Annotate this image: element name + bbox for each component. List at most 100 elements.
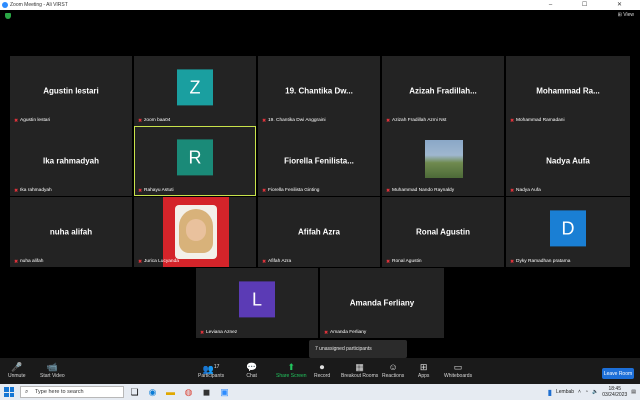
avatar: Z: [177, 69, 213, 106]
chat-button[interactable]: 💬 Chat: [246, 361, 257, 379]
taskbar-search-input[interactable]: ⌕ Type here to search: [20, 386, 124, 398]
window-controls[interactable]: – ☐ ✕: [549, 1, 636, 8]
participant-label: ✖ Nadya Aufa: [510, 188, 541, 194]
file-explorer-icon[interactable]: ▬: [164, 386, 177, 398]
participant-name: Fiorella Fenilista...: [284, 156, 354, 166]
participant-label: ✖ Ronal Agustin: [386, 259, 422, 265]
mic-muted-icon: ✖: [138, 118, 143, 124]
participant-label: ✖ Jurica Lucyanda: [138, 259, 179, 265]
whiteboards-button[interactable]: ▭ Whiteboards: [444, 361, 472, 379]
participant-tile-zoom[interactable]: Z ✖ zoom baa04: [134, 56, 256, 126]
participant-tile-afifah[interactable]: Afifah Azra ✖ Afifah Azra: [258, 197, 380, 267]
participant-label: ✖ Rahayu Astuti: [138, 188, 174, 194]
mic-muted-icon: ✖: [200, 330, 205, 336]
record-icon: ⏺: [319, 362, 325, 372]
participant-label: ✖ Ika rahmadyah: [14, 188, 52, 194]
participant-tile-agustin[interactable]: Agustin lestari ✖ Agustin lestari: [10, 56, 132, 126]
mic-muted-icon: ✖: [510, 259, 515, 265]
avatar: L: [239, 281, 275, 318]
participant-label: ✖ Afifah Azra: [262, 259, 292, 265]
participant-label: ✖ nuha alifah: [14, 259, 44, 265]
participant-label: ✖ Azizah Fradillah Azmi Nst: [386, 118, 447, 124]
mic-muted-icon: ✖: [138, 188, 143, 194]
participant-tile-ika[interactable]: Ika rahmadyah ✖ Ika rahmadyah: [10, 126, 132, 196]
mic-muted-icon: ✖: [324, 330, 329, 336]
camera-app-icon[interactable]: ◼: [200, 386, 213, 398]
participant-name: Ronal Agustin: [416, 227, 470, 237]
view-button[interactable]: ⊞ View: [618, 12, 634, 18]
system-tray: ▮ Lembab ˄ ◔ 🔈 18:45 03/24/2023 ▤: [547, 386, 636, 398]
record-button[interactable]: ⏺ Record: [314, 361, 330, 379]
participant-name: Amanda Ferliany: [349, 298, 415, 308]
participant-label: ✖ 19. Chantika Dwi Anggraini: [262, 118, 326, 124]
volume-icon[interactable]: 🔈: [592, 389, 598, 395]
edge-browser-icon[interactable]: ◉: [146, 386, 159, 398]
mic-muted-icon: ✖: [262, 118, 267, 124]
participant-tile-ronal[interactable]: Ronal Agustin ✖ Ronal Agustin: [382, 197, 504, 267]
participant-tile-amanda[interactable]: Amanda Ferliany ✖ Amanda Ferliany: [320, 268, 444, 338]
zoom-app-icon[interactable]: ▣: [218, 386, 231, 398]
participant-name: 19. Chantika Dw...: [285, 86, 353, 96]
mic-muted-icon: ✖: [14, 259, 19, 265]
participant-name: Agustin lestari: [43, 86, 99, 96]
participant-tile-fiorella[interactable]: Fiorella Fenilista... ✖ Fiorella Fenilist…: [258, 126, 380, 196]
participant-name: Azizah Fradillah...: [409, 86, 477, 96]
whiteboard-icon: ▭: [453, 362, 463, 372]
share-screen-icon: ⬆: [287, 362, 296, 372]
participant-tile-nando[interactable]: ✖ Muhammad Nando Raynaldy: [382, 126, 504, 196]
participant-name: Afifah Azra: [298, 227, 340, 237]
mic-muted-icon: ✖: [386, 259, 391, 265]
network-icon[interactable]: ◔: [585, 389, 588, 395]
breakout-rooms-button[interactable]: ▦ Breakout Rooms: [341, 361, 378, 379]
taskbar-clock[interactable]: 18:45 03/24/2023: [602, 386, 627, 398]
window-title: Zoom Meeting - Ali VIRST: [10, 2, 68, 8]
participant-label: ✖ Dyky Ramadhan pratama: [510, 259, 571, 265]
mic-muted-icon: ✖: [386, 118, 391, 124]
mic-muted-icon: ✖: [262, 259, 267, 265]
avatar: R: [177, 139, 213, 176]
participant-tile-nuha[interactable]: nuha alifah ✖ nuha alifah: [10, 197, 132, 267]
participant-label: ✖ Mohammad Ramadani: [510, 118, 565, 124]
participant-tile-chantika[interactable]: 19. Chantika Dw... ✖ 19. Chantika Dwi Ang…: [258, 56, 380, 126]
profile-photo: [425, 140, 463, 178]
notifications-icon[interactable]: ▤: [631, 389, 636, 395]
leave-room-button[interactable]: Leave Room: [602, 368, 634, 379]
unmute-button[interactable]: 🎤 Unmute: [8, 361, 26, 379]
participant-tile-leviana[interactable]: L ✖ Leviana Aznez: [196, 268, 318, 338]
participant-name: nuha alifah: [49, 227, 93, 237]
participants-button[interactable]: 👥17 Participants: [198, 361, 224, 379]
participant-tile-dyky[interactable]: D ✖ Dyky Ramadhan pratama: [506, 197, 630, 267]
title-bar: Zoom Meeting - Ali VIRST – ☐ ✕: [0, 0, 640, 10]
participant-label: ✖ Amanda Ferliany: [324, 330, 367, 336]
windows-taskbar: ⌕ Type here to search ❏ ◉ ▬ ◍ ◼ ▣ ▮ Lemb…: [0, 384, 640, 400]
participant-name: Nadya Aufa: [546, 156, 590, 166]
apps-button[interactable]: ⊞ Apps: [418, 361, 429, 379]
participant-label: ✖ zoom baa04: [138, 118, 171, 124]
weather-icon[interactable]: ▮: [548, 388, 552, 397]
breakout-rooms-icon: ▦: [355, 362, 364, 372]
reactions-button[interactable]: ☺ Reactions: [382, 361, 404, 379]
unassigned-participants-popup[interactable]: 7 unassigned participants: [309, 340, 407, 358]
mic-muted-icon: ✖: [138, 259, 143, 265]
participant-tile-nadya[interactable]: Nadya Aufa ✖ Nadya Aufa: [506, 126, 630, 196]
tray-chevron-icon[interactable]: ˄: [578, 389, 581, 395]
participant-tile-rahayu-active-speaker[interactable]: R ✖ Rahayu Astuti: [134, 126, 256, 196]
profile-photo: [163, 197, 229, 267]
task-view-icon[interactable]: ❏: [128, 386, 141, 398]
meeting-toolbar: 🎤 Unmute 📹 Start Video 👥17 Participants …: [0, 358, 640, 384]
mic-muted-icon: ✖: [510, 118, 515, 124]
chrome-browser-icon[interactable]: ◍: [182, 386, 195, 398]
windows-start-icon[interactable]: [4, 387, 14, 397]
zoom-logo-icon: [2, 2, 8, 8]
start-video-button[interactable]: 📹 Start Video: [40, 361, 65, 379]
participant-tile-azizah[interactable]: Azizah Fradillah... ✖ Azizah Fradillah Az…: [382, 56, 504, 126]
mic-muted-icon: ✖: [14, 118, 19, 124]
participant-label: ✖ Fiorella Fenilista Ginting: [262, 188, 320, 194]
participant-label: ✖ Leviana Aznez: [200, 330, 238, 336]
share-screen-button[interactable]: ⬆ Share Screen: [276, 361, 307, 379]
participant-tile-mohammad[interactable]: Mohammad Ra... ✖ Mohammad Ramadani: [506, 56, 630, 126]
participant-label: ✖ Muhammad Nando Raynaldy: [386, 188, 455, 194]
search-icon: ⌕: [25, 389, 29, 395]
participants-icon: 👥17: [202, 364, 220, 374]
security-shield-icon[interactable]: [5, 13, 11, 19]
